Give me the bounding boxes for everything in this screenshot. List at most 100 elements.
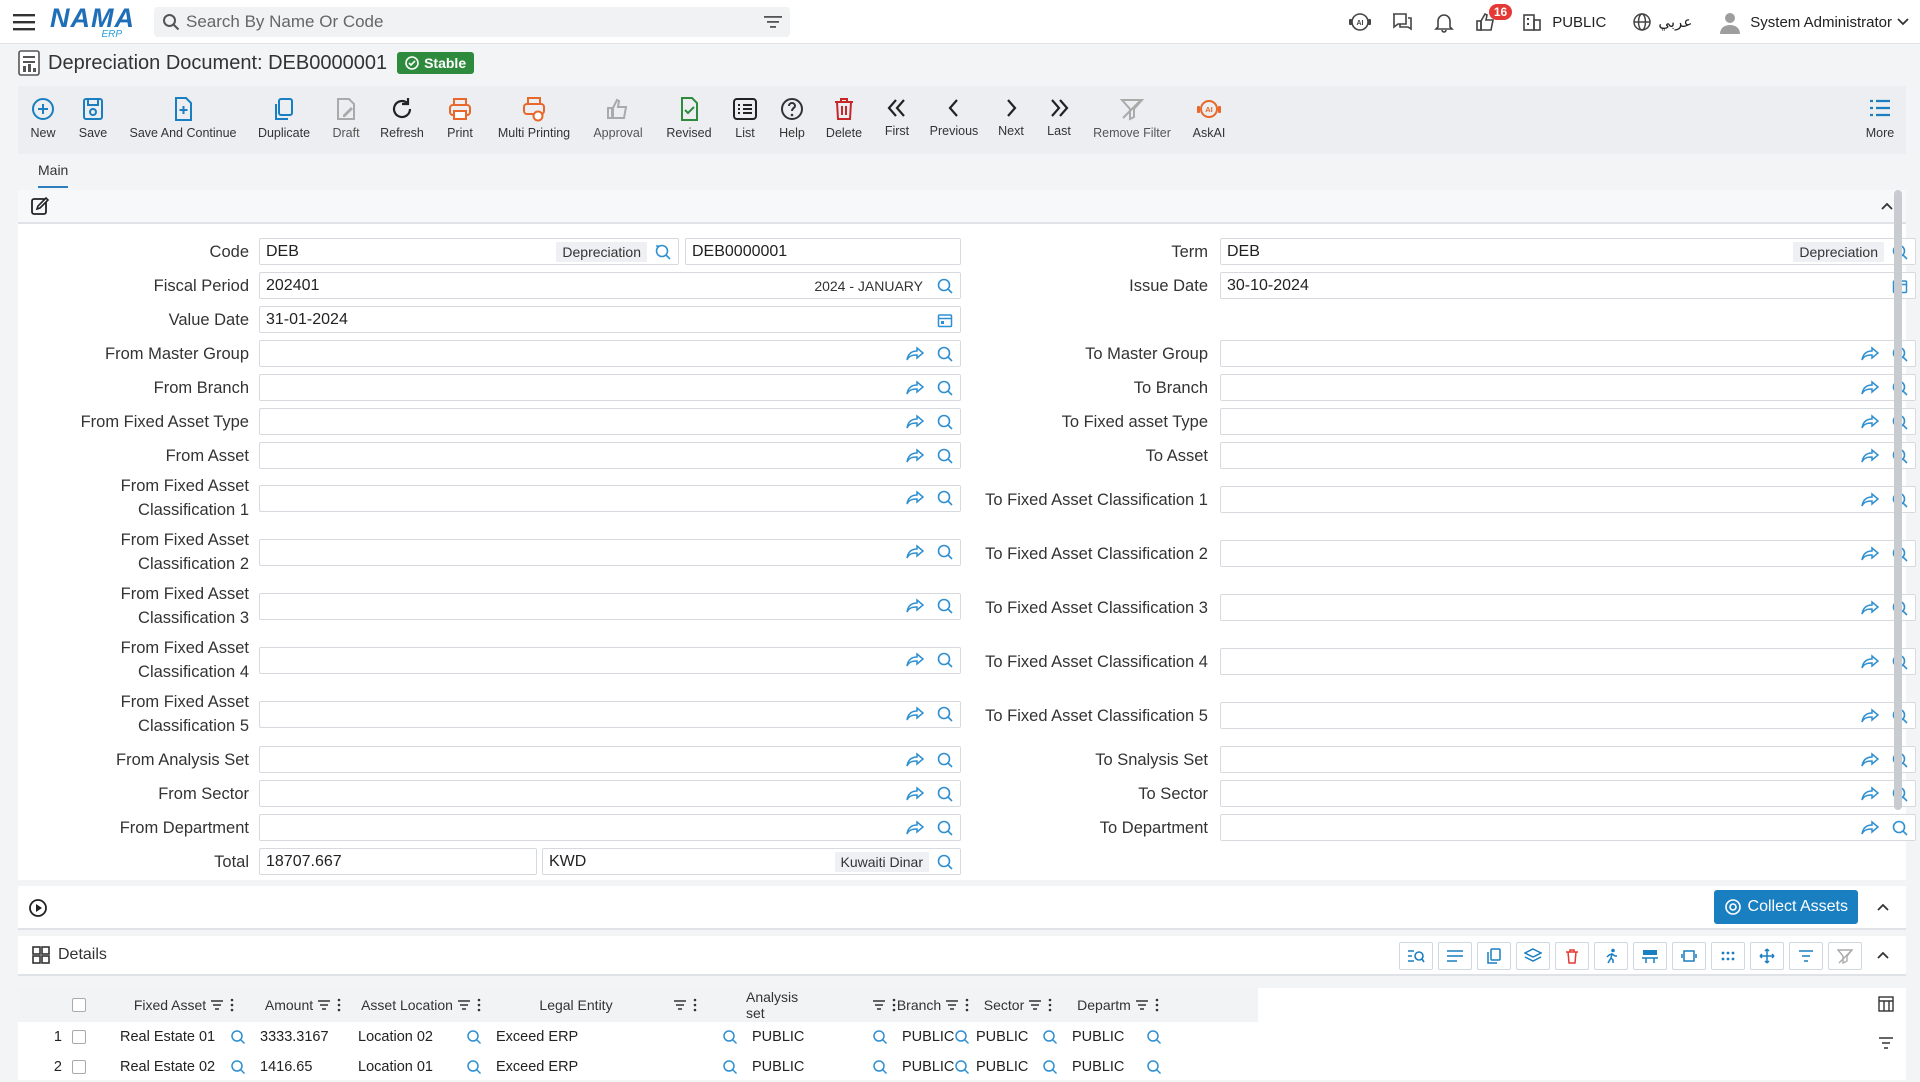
help-button[interactable]: Help [768,86,816,154]
last-button[interactable]: Last [1036,86,1082,154]
play-circle-icon[interactable] [28,898,48,918]
lookup-icon[interactable] [466,1029,482,1045]
table-row[interactable]: 2 Real Estate 02 1416.65 Location 01 Exceed … [18,1052,1258,1082]
share-icon[interactable] [1860,818,1880,838]
to-classification-2-field[interactable] [1220,540,1916,567]
lookup-icon[interactable] [954,1029,970,1045]
share-icon[interactable] [1860,378,1880,398]
next-button[interactable]: Next [986,86,1036,154]
to-classification-5-field[interactable] [1220,702,1916,729]
currency-field[interactable]: KWD Kuwaiti Dinar [542,848,961,875]
new-button[interactable]: New [18,86,68,154]
grid-delete-button[interactable] [1555,942,1589,970]
save-and-continue-button[interactable]: Save And Continue [118,86,248,154]
column-filter-icon[interactable] [1135,999,1149,1011]
column-menu-icon[interactable] [693,998,697,1012]
approval-button[interactable]: Approval [580,86,656,154]
lookup-icon[interactable] [1042,1059,1058,1075]
company-icon[interactable] [1518,8,1546,36]
menu-icon[interactable] [12,10,36,34]
lookup-icon[interactable] [230,1059,246,1075]
print-button[interactable]: Print [432,86,488,154]
duplicate-button[interactable]: Duplicate [248,86,320,154]
total-field[interactable]: 18707.667 [259,848,537,875]
lookup-icon[interactable] [653,242,673,262]
column-filter-icon[interactable] [673,999,687,1011]
company-name[interactable]: PUBLIC [1552,14,1606,31]
lookup-icon[interactable] [1146,1029,1162,1045]
table-cell[interactable]: PUBLIC [1066,1052,1170,1082]
column-menu-icon[interactable] [1155,998,1159,1012]
grid-layers-button[interactable] [1516,942,1550,970]
column-header[interactable]: Sector [970,988,1066,1022]
more-button[interactable]: More [1854,86,1906,154]
list-button[interactable]: List [722,86,768,154]
lookup-icon[interactable] [872,1029,888,1045]
column-filter-icon[interactable] [210,999,224,1011]
previous-button[interactable]: Previous [922,86,986,154]
column-filter-icon[interactable] [317,999,331,1011]
column-header[interactable]: Legal Entity [490,988,746,1022]
grid-rows-button[interactable] [1438,942,1472,970]
table-cell[interactable]: PUBLIC [1066,1022,1170,1052]
grid-run-button[interactable] [1594,942,1628,970]
share-icon[interactable] [1860,706,1880,726]
vertical-scrollbar[interactable] [1894,190,1902,810]
share-icon[interactable] [1860,750,1880,770]
to-master-group-field[interactable] [1220,340,1916,367]
calendar-icon[interactable] [935,310,955,330]
to-classification-3-field[interactable] [1220,594,1916,621]
collapse-icon[interactable] [1876,902,1890,912]
language-switch[interactable]: عربي [1658,13,1692,31]
column-header[interactable]: Departm [1066,988,1170,1022]
collapse-icon[interactable] [1880,201,1894,211]
lookup-icon[interactable] [230,1029,246,1045]
table-cell[interactable]: Location 01 [352,1052,490,1082]
lookup-icon[interactable] [1146,1059,1162,1075]
table-cell[interactable]: PUBLIC [970,1022,1066,1052]
askai-button[interactable]: AI AskAI [1182,86,1236,154]
grid-fit-button[interactable] [1672,942,1706,970]
row-checkbox[interactable] [72,1060,86,1074]
bell-icon[interactable] [1430,8,1458,36]
issue-date-field[interactable]: 30-10-2024 [1220,272,1916,299]
row-checkbox[interactable] [72,1030,86,1044]
column-menu-icon[interactable] [337,998,341,1012]
first-button[interactable]: First [872,86,922,154]
code-field[interactable]: DEB Depreciation [259,238,679,265]
table-cell[interactable]: 3333.3167 [254,1022,352,1052]
collapse-icon[interactable] [1876,950,1890,960]
share-icon[interactable] [1860,344,1880,364]
table-cell[interactable]: 1416.65 [254,1052,352,1082]
column-filter-icon[interactable] [945,999,959,1011]
ai-assistant-icon[interactable]: AI [1346,8,1374,36]
column-menu-icon[interactable] [230,998,234,1012]
grid-copy-button[interactable] [1477,942,1511,970]
grid-move-button[interactable] [1750,942,1784,970]
remove-filter-button[interactable]: Remove Filter [1082,86,1182,154]
tasks-icon[interactable]: 16 [1472,4,1513,36]
collect-assets-button[interactable]: Collect Assets [1713,890,1858,924]
multi-printing-button[interactable]: Multi Printing [488,86,580,154]
share-icon[interactable] [1860,652,1880,672]
table-cell[interactable]: Real Estate 01 [114,1022,254,1052]
table-cell[interactable]: PUBLIC [896,1052,970,1082]
logo[interactable]: NAMA ERP [50,4,134,40]
globe-icon[interactable] [1628,8,1656,36]
to-sector-field[interactable] [1220,780,1916,807]
avatar[interactable] [1716,8,1744,36]
delete-button[interactable]: Delete [816,86,872,154]
to-fixed-asset-type-field[interactable] [1220,408,1916,435]
lookup-icon[interactable] [872,1059,888,1075]
chat-icon[interactable] [1388,8,1416,36]
column-menu-icon[interactable] [965,998,969,1012]
to-classification-1-field[interactable] [1220,486,1916,513]
chevron-down-icon[interactable] [1896,17,1910,27]
table-cell[interactable]: Location 02 [352,1022,490,1052]
filter-icon[interactable] [764,15,782,29]
table-cell[interactable]: PUBLIC [746,1052,896,1082]
lookup-icon[interactable] [954,1059,970,1075]
column-header[interactable]: Analysis set [746,988,896,1022]
table-row[interactable]: 1 Real Estate 01 3333.3167 Location 02 Excee… [18,1022,1258,1052]
grid-filter-icon[interactable] [1878,1036,1894,1050]
